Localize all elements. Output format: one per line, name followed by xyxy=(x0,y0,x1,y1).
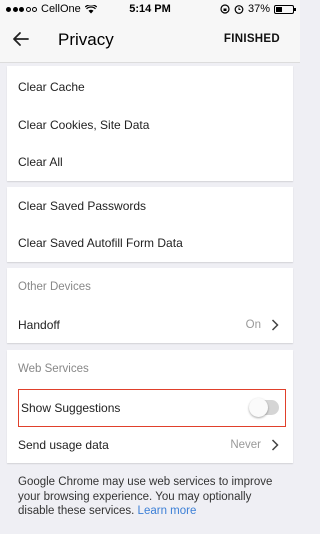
clear-all-row[interactable]: Clear All xyxy=(7,143,293,181)
learn-more-link[interactable]: Learn more xyxy=(138,505,197,517)
handoff-label: Handoff xyxy=(18,318,60,332)
chevron-right-icon xyxy=(271,439,279,451)
other-devices-header: Other Devices xyxy=(7,268,293,306)
clear-all-label: Clear All xyxy=(18,155,63,169)
clear-cache-row[interactable]: Clear Cache xyxy=(7,68,293,106)
clear-autofill-label: Clear Saved Autofill Form Data xyxy=(18,236,183,250)
orientation-lock-icon xyxy=(220,4,230,14)
clear-cookies-row[interactable]: Clear Cookies, Site Data xyxy=(7,106,293,144)
page-title: Privacy xyxy=(58,30,114,49)
handoff-value: On xyxy=(245,319,261,331)
send-usage-data-value: Never xyxy=(230,439,261,451)
show-suggestions-label: Show Suggestions xyxy=(21,401,121,415)
app-header: Privacy FINISHED xyxy=(0,18,300,63)
clear-browsing-data-card: Clear Cache Clear Cookies, Site Data Cle… xyxy=(7,66,293,181)
chevron-right-icon xyxy=(271,319,279,331)
clear-autofill-row[interactable]: Clear Saved Autofill Form Data xyxy=(7,224,293,262)
status-right: 37% xyxy=(220,3,296,15)
show-suggestions-toggle[interactable] xyxy=(249,398,279,417)
clear-saved-passwords-label: Clear Saved Passwords xyxy=(18,199,147,213)
status-bar: CellOne 5:14 PM 37% xyxy=(0,0,300,18)
other-devices-card: Other Devices Handoff On xyxy=(7,268,293,343)
web-services-header: Web Services xyxy=(7,350,293,388)
clear-saved-data-card: Clear Saved Passwords Clear Saved Autofi… xyxy=(7,187,293,262)
web-services-label: Web Services xyxy=(18,363,89,375)
battery-percent: 37% xyxy=(247,3,270,15)
alarm-icon xyxy=(234,5,244,14)
finished-button[interactable]: FINISHED xyxy=(224,33,280,45)
clear-cookies-label: Clear Cookies, Site Data xyxy=(18,118,150,132)
arrow-left-icon[interactable] xyxy=(10,28,32,50)
other-devices-label: Other Devices xyxy=(18,281,91,293)
send-usage-data-row[interactable]: Send usage data Never xyxy=(7,426,293,464)
footer-description: Google Chrome may use web services to im… xyxy=(18,475,288,519)
web-services-card: Web Services Show Suggestions Send usage… xyxy=(7,350,293,463)
clear-cache-label: Clear Cache xyxy=(18,80,85,94)
send-usage-data-label: Send usage data xyxy=(18,438,109,452)
show-suggestions-row[interactable]: Show Suggestions xyxy=(18,389,286,427)
handoff-row[interactable]: Handoff On xyxy=(7,306,293,344)
battery-icon xyxy=(274,4,296,14)
toggle-knob xyxy=(249,398,268,417)
clear-saved-passwords-row[interactable]: Clear Saved Passwords xyxy=(7,187,293,225)
